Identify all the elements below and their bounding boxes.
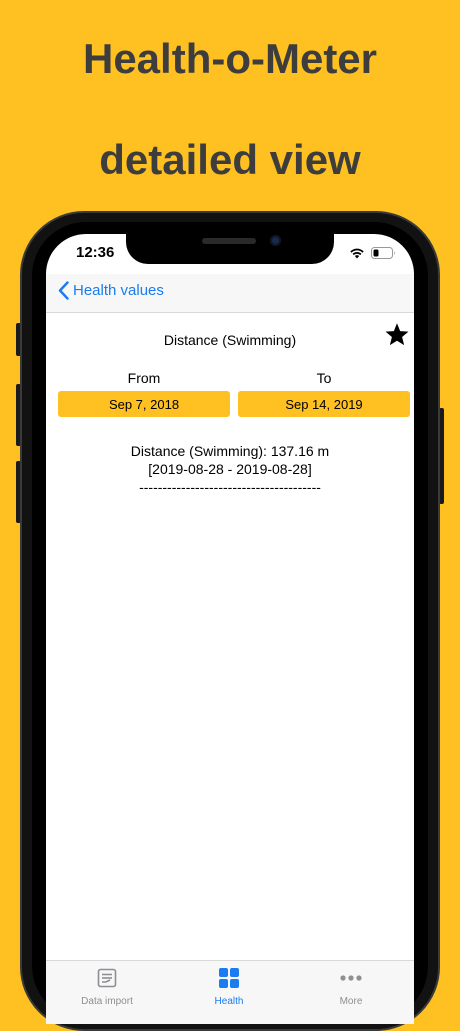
status-icons xyxy=(349,247,396,259)
more-icon xyxy=(340,975,362,981)
result-divider: --------------------------------------- xyxy=(139,479,321,495)
metric-title: Distance (Swimming) xyxy=(163,332,297,348)
battery-icon xyxy=(371,247,395,259)
promo-title: Health-o-Meter xyxy=(82,35,378,82)
back-button-label: Health values xyxy=(73,282,164,299)
grid-icon xyxy=(219,968,239,988)
front-camera xyxy=(270,235,281,246)
tab-label: More xyxy=(339,996,363,1007)
to-date-button[interactable]: Sep 14, 2019 xyxy=(238,391,410,417)
speaker xyxy=(202,238,256,244)
status-time: 12:36 xyxy=(76,244,115,261)
result-block: Distance (Swimming): 137.16 m [2019-08-2… xyxy=(46,442,414,496)
back-button[interactable]: Health values xyxy=(58,281,164,300)
result-date-range: [2019-08-28 - 2019-08-28] xyxy=(148,461,312,477)
tab-data-import[interactable]: Data import xyxy=(46,967,168,1007)
star-icon[interactable] xyxy=(384,322,410,348)
tab-label: Data import xyxy=(81,996,133,1007)
from-date-button[interactable]: Sep 7, 2018 xyxy=(58,391,230,417)
promo-subtitle: detailed view xyxy=(99,136,361,183)
wifi-icon xyxy=(350,248,364,259)
to-label: To xyxy=(316,370,332,386)
document-icon xyxy=(97,968,117,988)
notch xyxy=(126,234,334,264)
chevron-left-icon xyxy=(58,281,69,300)
result-value: Distance (Swimming): 137.16 m xyxy=(130,443,330,459)
from-label: From xyxy=(127,370,161,386)
tab-label: Health xyxy=(214,996,244,1007)
navigation-bar: Health values xyxy=(46,274,414,313)
tab-more[interactable]: More xyxy=(290,967,412,1007)
tab-bar: Data import Health More xyxy=(46,960,414,1024)
phone-screen: 12:36 Health values Distance (Swimming) … xyxy=(46,234,414,1024)
tab-health[interactable]: Health xyxy=(168,967,290,1007)
